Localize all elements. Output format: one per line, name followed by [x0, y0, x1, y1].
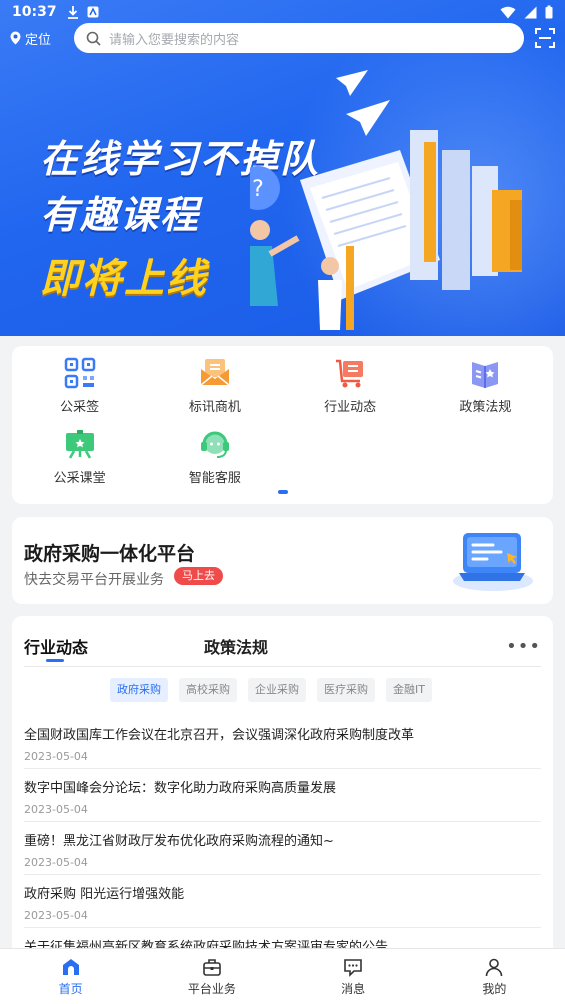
hero-banner[interactable]: 10:37 定位 请输入您要搜索的内容 在线学习不掉队 有趣课程 即将上线 ?: [0, 0, 565, 336]
tab-divider: [24, 666, 541, 667]
menu-pager-indicator: [278, 490, 288, 494]
search-row: 定位 请输入您要搜索的内容: [0, 22, 565, 54]
tab-policy-regulations[interactable]: 政策法规: [204, 634, 268, 658]
location-button[interactable]: 定位: [10, 29, 74, 48]
nav-label: 首页: [58, 981, 83, 996]
news-title: 数字中国峰会分论坛：数字化助力政府采购高质量发展: [24, 781, 337, 796]
computer-illustration: [453, 533, 533, 591]
quick-menu-card: 公采签 标讯商机 行业动态 政策法规 公采课堂 智能客服: [12, 346, 553, 504]
banner-line-3: 即将上线: [40, 256, 208, 302]
user-icon: [486, 958, 503, 976]
nav-home[interactable]: 首页: [0, 949, 141, 1004]
category-chips: 政府采购 高校采购 企业采购 医疗采购 金融IT: [110, 678, 432, 702]
scan-icon[interactable]: [534, 27, 556, 49]
platform-title: 政府采购一体化平台: [24, 543, 196, 565]
list-item[interactable]: 重磅！黑龙江省财政厅发布优化政府采购流程的通知~ 2023-05-04: [24, 822, 541, 875]
chip-finance-it[interactable]: 金融IT: [386, 678, 432, 702]
news-title: 全国财政国库工作会议在北京召开，会议强调深化政府采购制度改革: [24, 728, 415, 743]
download-icon: [67, 6, 78, 19]
wifi-icon: [500, 6, 516, 18]
status-time: 10:37: [12, 4, 57, 20]
news-title: 重磅！黑龙江省财政厅发布优化政府采购流程的通知~: [24, 834, 334, 849]
briefcase-icon: [203, 958, 221, 976]
tab-industry-news[interactable]: 行业动态: [24, 634, 88, 658]
menu-item-classroom[interactable]: 公采课堂: [12, 427, 147, 486]
active-tab-indicator: [46, 659, 64, 662]
nav-platform-business[interactable]: 平台业务: [141, 949, 282, 1004]
more-options-icon[interactable]: •••: [506, 636, 541, 657]
cart-list-icon: [333, 356, 367, 390]
list-item[interactable]: 政府采购 阳光运行增强效能 2023-05-04: [24, 875, 541, 928]
nav-label: 消息: [341, 981, 366, 996]
menu-item-gongcaiqian[interactable]: 公采签: [12, 356, 147, 415]
menu-item-industry-news[interactable]: 行业动态: [283, 356, 418, 415]
menu-item-bidding-opportunities[interactable]: 标讯商机: [147, 356, 282, 415]
go-now-button[interactable]: 马上去: [174, 567, 223, 585]
battery-icon: [545, 5, 553, 19]
nav-label: 平台业务: [187, 981, 236, 996]
platform-card[interactable]: 政府采购一体化平台 快去交易平台开展业务 马上去: [12, 517, 553, 604]
news-title: 政府采购 阳光运行增强效能: [24, 887, 185, 902]
news-date: 2023-05-04: [24, 750, 88, 763]
menu-item-smart-service[interactable]: 智能客服: [147, 427, 282, 486]
menu-label: 政策法规: [459, 400, 512, 415]
chip-medical-procurement[interactable]: 医疗采购: [317, 678, 375, 702]
platform-subtitle: 快去交易平台开展业务: [24, 572, 164, 588]
headset-icon: [198, 427, 232, 461]
list-item[interactable]: 全国财政国库工作会议在北京召开，会议强调深化政府采购制度改革 2023-05-0…: [24, 716, 541, 769]
banner-line-2: 有趣课程: [40, 193, 201, 237]
chip-enterprise-procurement[interactable]: 企业采购: [248, 678, 306, 702]
chip-government-procurement[interactable]: 政府采购: [110, 678, 168, 702]
menu-label: 公采签: [60, 400, 100, 415]
search-input[interactable]: 请输入您要搜索的内容: [74, 23, 524, 53]
menu-label: 公采课堂: [53, 471, 106, 486]
svg-text:?: ?: [252, 177, 264, 202]
list-item[interactable]: 数字中国峰会分论坛：数字化助力政府采购高质量发展 2023-05-04: [24, 769, 541, 822]
signal-icon: [524, 6, 537, 18]
bottom-navigation: 首页 平台业务 消息 我的: [0, 948, 565, 1004]
news-date: 2023-05-04: [24, 803, 88, 816]
menu-label: 智能客服: [188, 471, 241, 486]
status-bar: 10:37: [0, 0, 565, 24]
news-list: 全国财政国库工作会议在北京召开，会议强调深化政府采购制度改革 2023-05-0…: [24, 716, 541, 956]
message-icon: [344, 958, 362, 977]
search-placeholder: 请输入您要搜索的内容: [109, 32, 240, 48]
news-date: 2023-05-04: [24, 856, 88, 869]
location-pin-icon: [10, 31, 21, 45]
book-icon: [468, 356, 502, 390]
app-notification-icon: [87, 6, 99, 18]
nav-label: 我的: [482, 981, 507, 996]
news-date: 2023-05-04: [24, 909, 88, 922]
nav-profile[interactable]: 我的: [424, 949, 565, 1004]
nav-messages[interactable]: 消息: [283, 949, 424, 1004]
menu-item-policy-regulations[interactable]: 政策法规: [418, 356, 553, 415]
search-icon: [86, 31, 101, 46]
quick-menu-grid: 公采签 标讯商机 行业动态 政策法规 公采课堂 智能客服: [12, 346, 553, 486]
home-icon: [62, 958, 79, 975]
location-label: 定位: [25, 32, 52, 48]
banner-illustration: ?: [250, 70, 522, 330]
menu-label: 行业动态: [324, 400, 377, 415]
mail-icon: [198, 356, 232, 390]
classroom-board-icon: [63, 427, 97, 461]
news-card: 行业动态 政策法规 ••• 政府采购 高校采购 企业采购 医疗采购 金融IT 全…: [12, 616, 553, 956]
chip-university-procurement[interactable]: 高校采购: [179, 678, 237, 702]
menu-label: 标讯商机: [188, 400, 241, 415]
qr-code-icon: [63, 356, 97, 390]
